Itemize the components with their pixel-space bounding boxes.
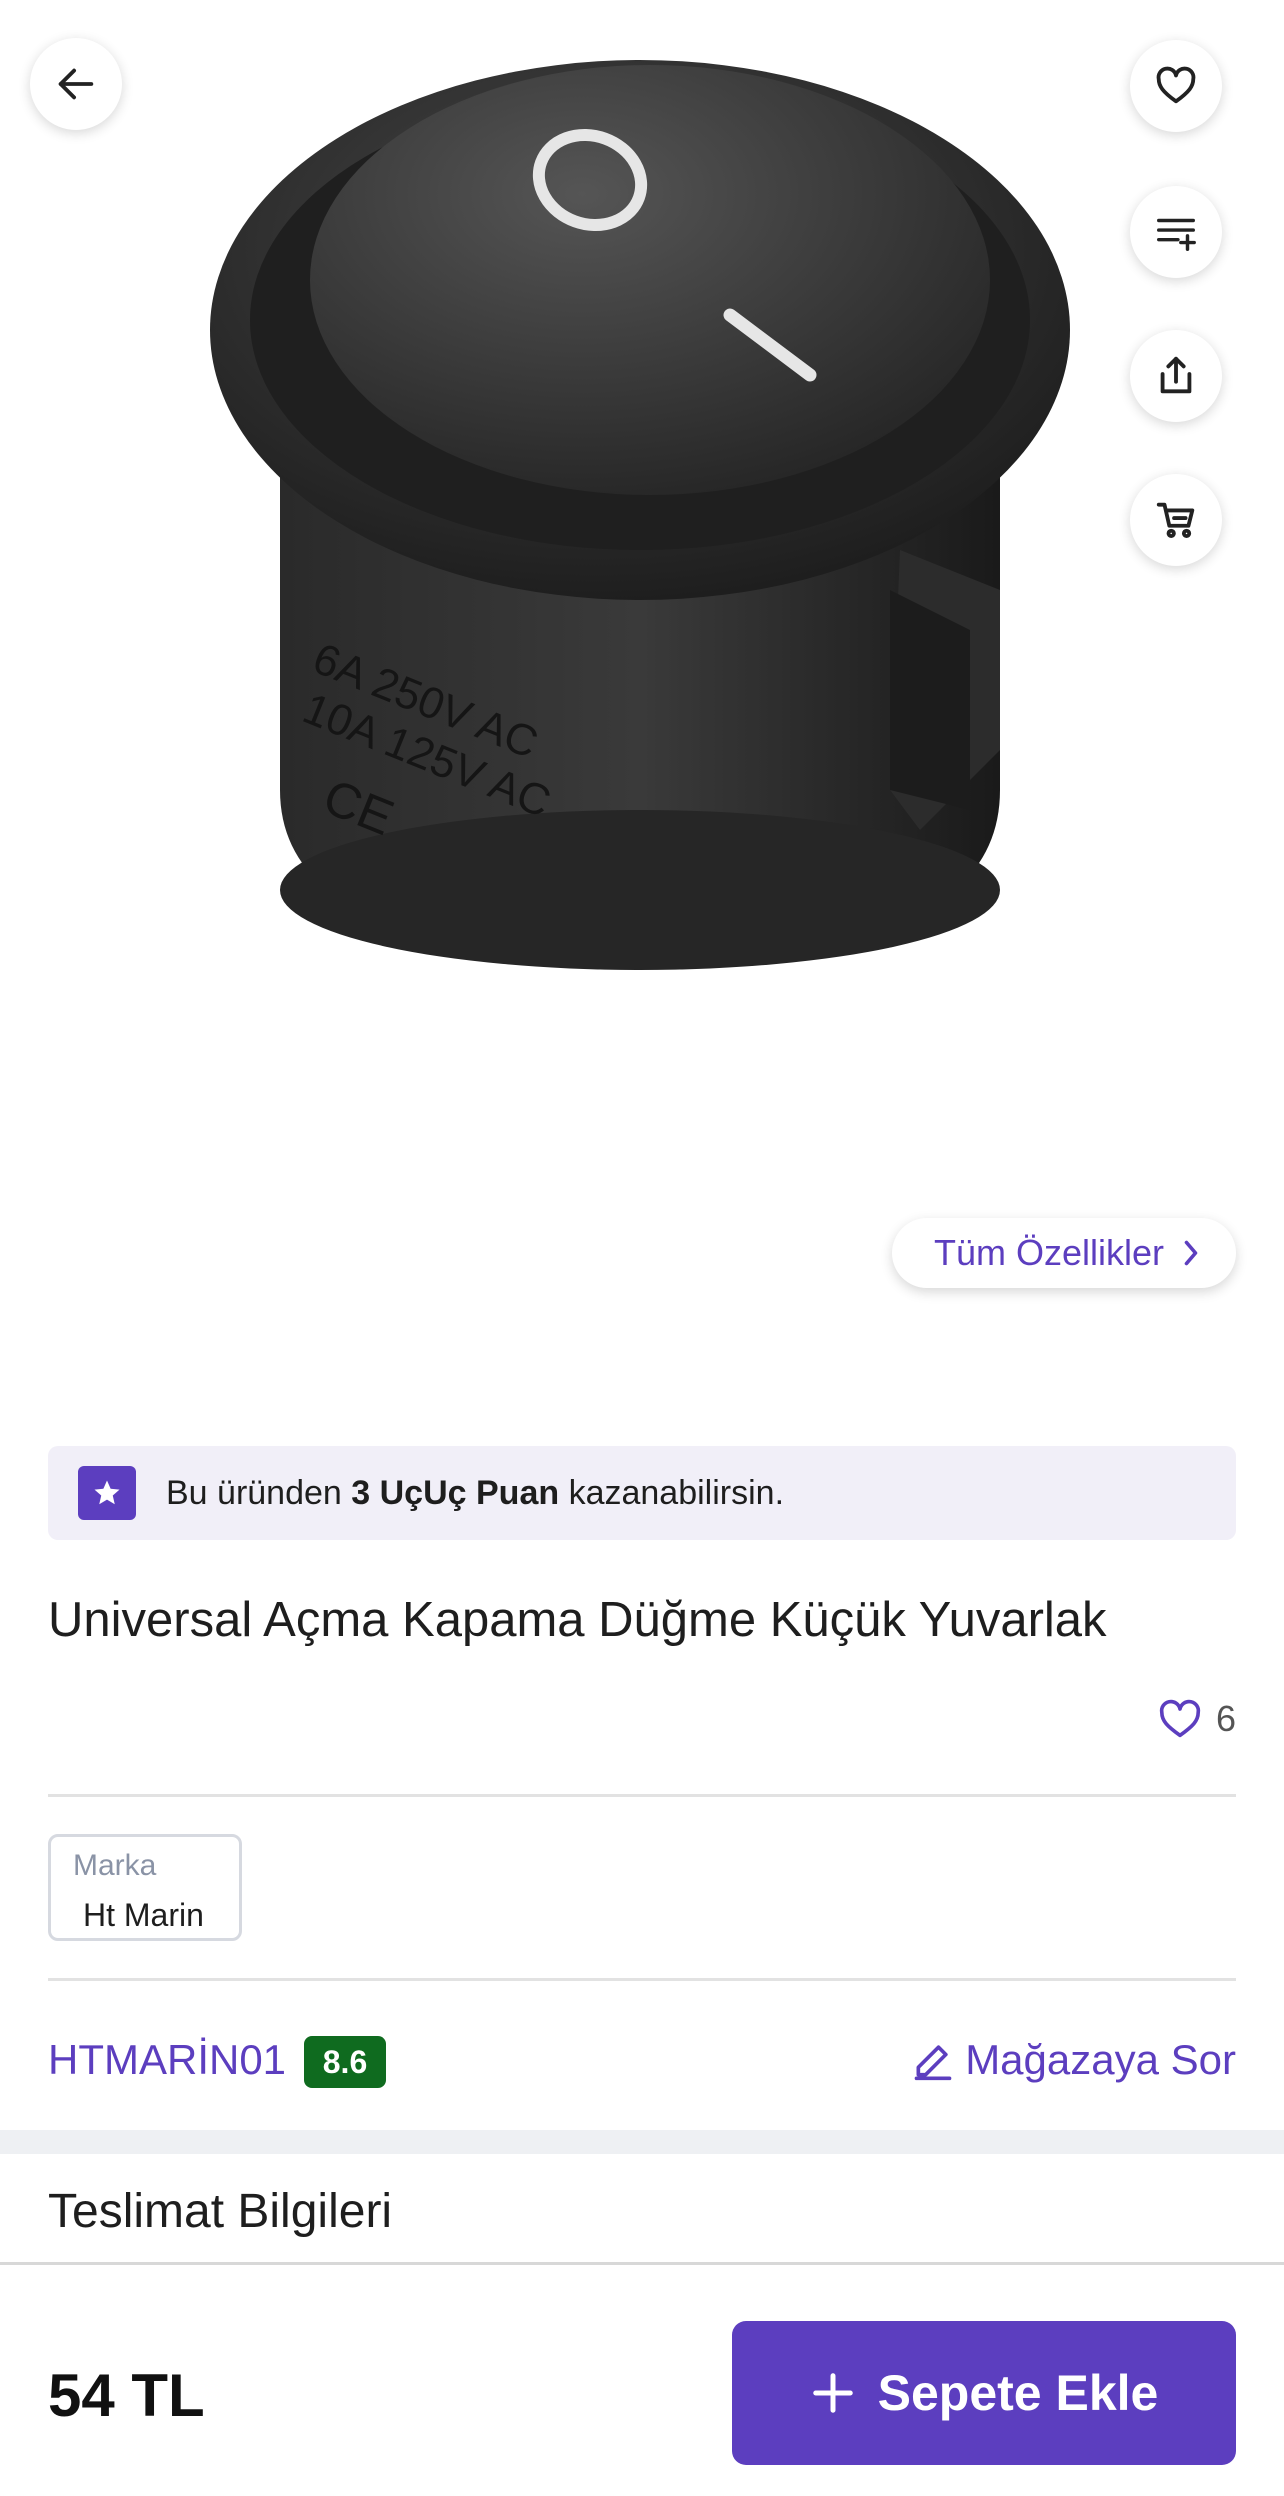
bottom-purchase-bar: 54 TL Sepete Ekle [0,2262,1284,2496]
plus-icon [812,2373,853,2413]
favorite-button[interactable] [1130,40,1222,132]
points-text-prefix: Bu üründen [166,1473,352,1512]
price: 54 TL [48,2362,205,2429]
ask-store-label: Mağazaya Sor [965,2036,1236,2083]
cart-button[interactable] [1130,474,1222,566]
back-button[interactable] [30,38,122,130]
cart-icon [1156,502,1195,539]
divider [48,1978,1236,1981]
section-separator [0,2130,1284,2154]
heart-outline-icon [1159,1699,1201,1738]
list-plus-icon [1157,218,1196,251]
brand-label: Marka [73,1849,157,1882]
heart-icon [1156,66,1196,104]
points-amount: 3 UçUç Puan [351,1473,560,1512]
divider [48,1794,1236,1797]
product-image-gallery[interactable]: 6A 250V AC 10A 125V AC CE Tüm Özellikler [0,0,1284,1380]
seller-name-link[interactable]: HTMARİN01 [48,2036,286,2084]
product-title: Universal Açma Kapama Düğme Küçük Yuvarl… [48,1593,1107,1647]
add-to-list-button[interactable] [1130,186,1222,278]
share-icon [1160,356,1192,394]
delivery-info-title: Teslimat Bilgileri [48,2185,393,2238]
chevron-right-icon [1184,1240,1198,1266]
product-image: 6A 250V AC 10A 125V AC CE [210,60,1070,970]
seller-rating-badge: 8.6 [304,2036,386,2088]
ask-store-button[interactable]: Mağazaya Sor [911,2036,1236,2084]
favorite-count[interactable]: 6 [1158,1698,1236,1740]
favorite-count-value: 6 [1215,1698,1236,1739]
arrow-left-icon [58,68,94,100]
add-to-cart-button[interactable]: Sepete Ekle [732,2321,1236,2465]
star-badge-icon [78,1466,136,1520]
points-banner: Bu üründen 3 UçUç Puan kazanabilirsin. [48,1446,1236,1540]
all-features-label: Tüm Özellikler [933,1232,1164,1273]
brand-chip[interactable]: Marka Ht Marin [48,1834,242,1941]
share-button[interactable] [1130,330,1222,422]
brand-value: Ht Marin [83,1897,204,1933]
points-text-suffix: kazanabilirsin. [559,1473,785,1512]
all-features-button[interactable]: Tüm Özellikler [891,1218,1236,1288]
pencil-icon [914,2045,952,2081]
add-to-cart-label: Sepete Ekle [877,2365,1159,2421]
